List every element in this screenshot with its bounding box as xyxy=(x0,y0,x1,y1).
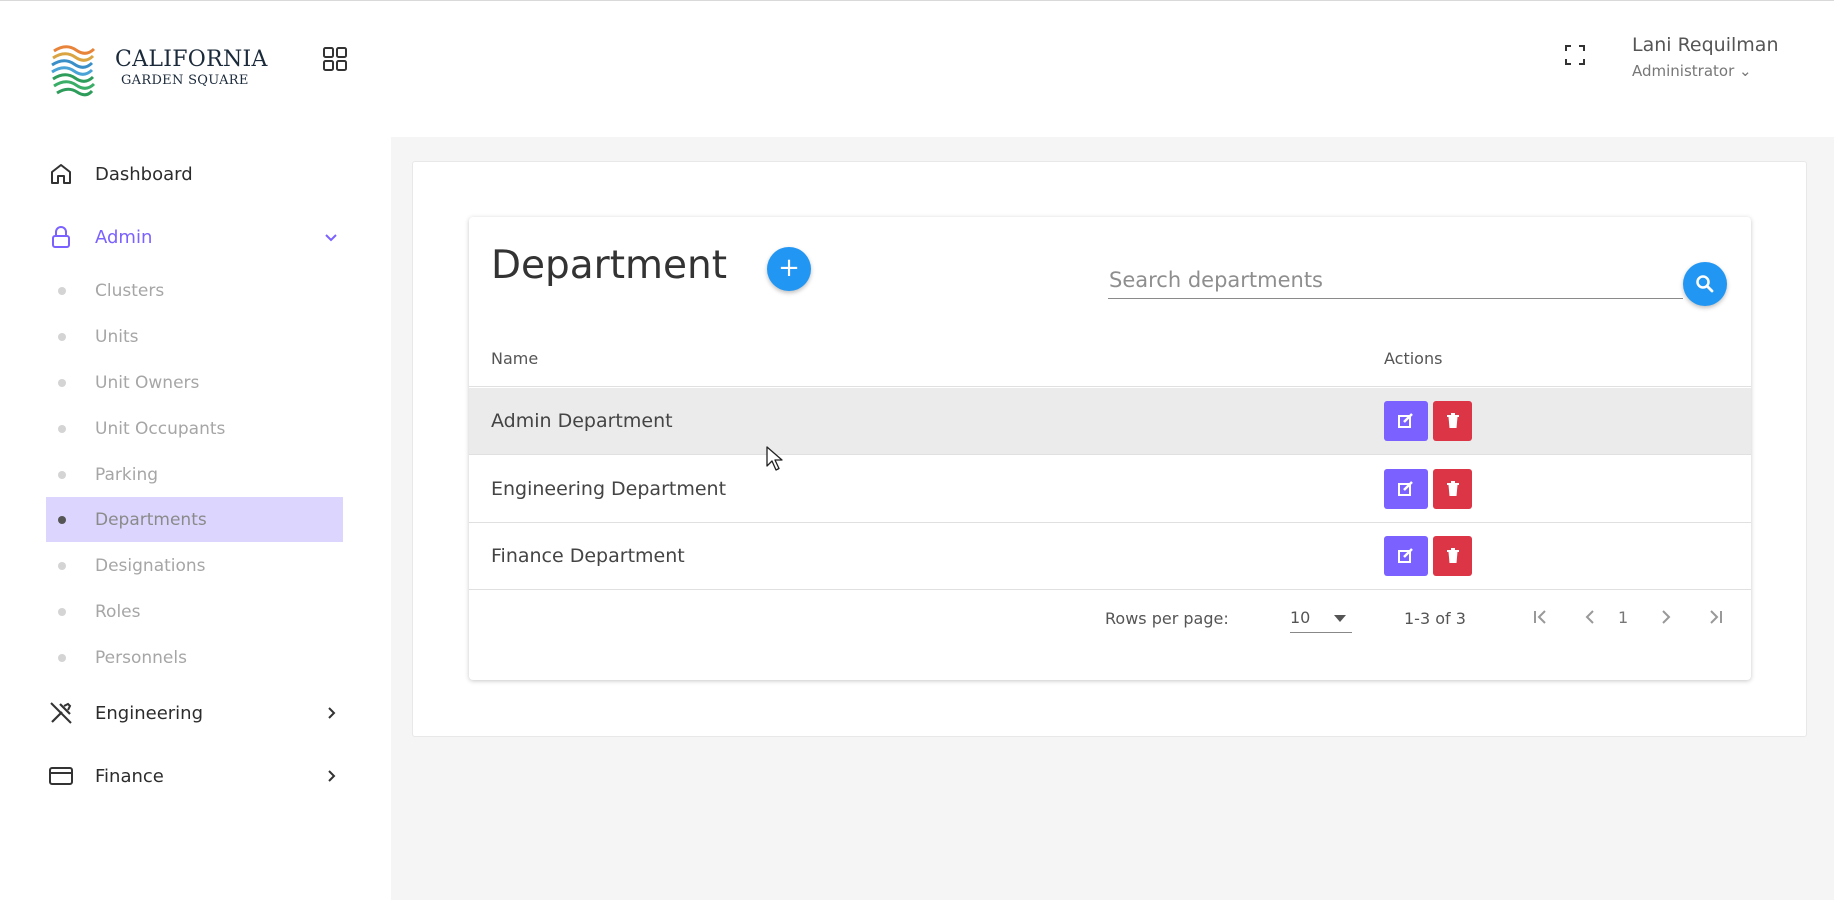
department-name: Engineering Department xyxy=(491,478,727,500)
sidebar-item-unit-occupants[interactable]: Unit Occupants xyxy=(46,406,343,451)
user-role-dropdown[interactable]: Administrator ⌄ xyxy=(1632,62,1752,80)
fullscreen-icon[interactable] xyxy=(1563,43,1587,67)
pagination: Rows per page: 10 1-3 of 3 1 xyxy=(469,589,1751,645)
sidebar: CALIFORNIA GARDEN SQUARE Dashboard Admin… xyxy=(0,1,391,900)
table-row[interactable]: Finance Department xyxy=(469,523,1751,590)
sidebar-item-label: Engineering xyxy=(95,702,203,724)
sidebar-item-label: Admin xyxy=(95,226,153,248)
sidebar-item-label: Dashboard xyxy=(95,163,193,185)
edit-button[interactable] xyxy=(1384,469,1428,509)
prev-page-icon xyxy=(1585,610,1594,624)
trash-icon xyxy=(1446,548,1459,563)
user-name[interactable]: Lani Requilman xyxy=(1632,34,1778,56)
sidebar-item-dashboard[interactable]: Dashboard xyxy=(47,154,347,194)
logo-area: CALIFORNIA GARDEN SQUARE xyxy=(0,1,391,143)
bullet-icon xyxy=(58,332,66,341)
first-page-icon xyxy=(1534,610,1546,624)
bullet-icon xyxy=(58,561,66,570)
delete-button[interactable] xyxy=(1433,401,1472,441)
caret-down-icon xyxy=(1334,615,1346,622)
sidebar-item-label: Unit Owners xyxy=(95,372,200,393)
brand-line2: GARDEN SQUARE xyxy=(121,73,249,88)
sidebar-item-engineering[interactable]: Engineering xyxy=(47,693,347,733)
column-header-name: Name xyxy=(491,349,539,368)
sidebar-item-label: Unit Occupants xyxy=(95,418,226,439)
plus-icon: + xyxy=(778,253,800,283)
chevron-right-icon xyxy=(328,707,336,719)
sidebar-item-label: Units xyxy=(95,326,139,347)
sidebar-item-designations[interactable]: Designations xyxy=(46,543,343,588)
sidebar-item-label: Finance xyxy=(95,765,164,787)
tools-icon xyxy=(47,699,75,727)
sidebar-item-label: Personnels xyxy=(95,647,187,668)
next-page-button[interactable] xyxy=(1652,603,1680,631)
department-table-card: Department + Name Actions Admin Departme… xyxy=(469,217,1751,680)
edit-button[interactable] xyxy=(1384,401,1428,441)
last-page-button[interactable] xyxy=(1701,603,1729,631)
bullet-icon xyxy=(58,607,66,616)
top-header xyxy=(391,1,1834,137)
edit-icon xyxy=(1398,548,1413,563)
rows-per-page-select[interactable]: 10 xyxy=(1290,605,1352,633)
brand-line1: CALIFORNIA xyxy=(115,47,268,72)
bullet-icon xyxy=(58,378,66,387)
edit-icon xyxy=(1398,481,1413,496)
sidebar-item-label: Designations xyxy=(95,555,206,576)
sidebar-item-finance[interactable]: Finance xyxy=(47,756,347,796)
page-range: 1-3 of 3 xyxy=(1404,609,1466,628)
table-row[interactable]: Admin Department xyxy=(469,388,1751,455)
sidebar-item-units[interactable]: Units xyxy=(46,314,343,359)
edit-icon xyxy=(1398,413,1413,428)
logo-icon xyxy=(51,45,96,97)
column-header-actions: Actions xyxy=(1384,349,1443,368)
bullet-icon xyxy=(58,515,66,524)
sidebar-item-parking[interactable]: Parking xyxy=(46,452,343,497)
search-input[interactable] xyxy=(1108,261,1683,299)
sidebar-item-personnels[interactable]: Personnels xyxy=(46,635,343,680)
home-icon xyxy=(47,160,75,188)
edit-button[interactable] xyxy=(1384,536,1428,576)
search-button[interactable] xyxy=(1683,262,1727,306)
lock-icon xyxy=(47,223,75,251)
sidebar-item-clusters[interactable]: Clusters xyxy=(46,268,343,313)
page-title: Department xyxy=(491,243,727,288)
grid-icon[interactable] xyxy=(322,46,348,72)
bullet-icon xyxy=(58,286,66,295)
rows-per-page-label: Rows per page: xyxy=(1105,609,1229,628)
sidebar-item-departments[interactable]: Departments xyxy=(46,497,343,542)
sidebar-item-admin[interactable]: Admin xyxy=(47,217,347,257)
rows-per-page-value: 10 xyxy=(1290,608,1311,627)
trash-icon xyxy=(1446,413,1459,428)
delete-button[interactable] xyxy=(1433,469,1472,509)
bullet-icon xyxy=(58,653,66,662)
table-header: Name Actions xyxy=(469,329,1751,387)
chevron-right-icon xyxy=(328,770,336,782)
sidebar-item-label: Departments xyxy=(95,509,207,530)
department-name: Finance Department xyxy=(491,545,685,567)
chevron-down-icon xyxy=(325,234,337,242)
delete-button[interactable] xyxy=(1433,536,1472,576)
mouse-pointer-icon xyxy=(766,446,783,471)
sidebar-item-roles[interactable]: Roles xyxy=(46,589,343,634)
bullet-icon xyxy=(58,424,66,433)
add-department-button[interactable]: + xyxy=(767,247,811,291)
bullet-icon xyxy=(58,470,66,479)
prev-page-button[interactable] xyxy=(1576,603,1604,631)
page-number[interactable]: 1 xyxy=(1618,608,1628,627)
last-page-icon xyxy=(1710,610,1722,624)
sidebar-item-label: Roles xyxy=(95,601,141,622)
first-page-button[interactable] xyxy=(1527,603,1555,631)
table-row[interactable]: Engineering Department xyxy=(469,456,1751,523)
search-icon xyxy=(1696,275,1714,293)
department-name: Admin Department xyxy=(491,410,673,432)
trash-icon xyxy=(1446,481,1459,496)
sidebar-item-label: Clusters xyxy=(95,280,165,301)
next-page-icon xyxy=(1662,610,1671,624)
card-icon xyxy=(47,762,75,790)
sidebar-item-label: Parking xyxy=(95,464,159,485)
sidebar-item-unit-owners[interactable]: Unit Owners xyxy=(46,360,343,405)
